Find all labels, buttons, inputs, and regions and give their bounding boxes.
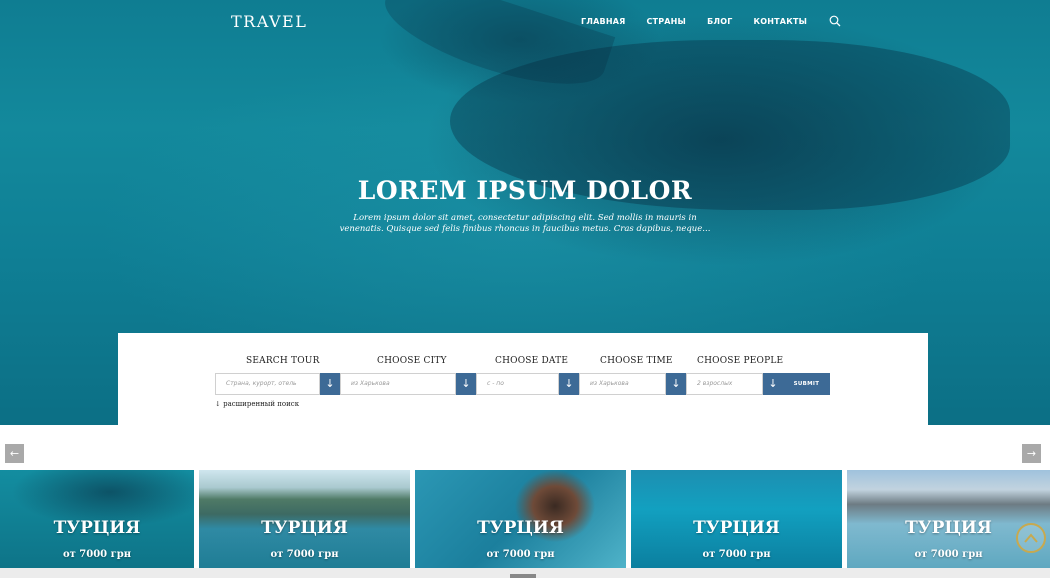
- search-tour-dropdown-button[interactable]: ↓: [320, 373, 340, 395]
- nav-item-countries[interactable]: СТРАНЫ: [646, 17, 686, 26]
- chevron-up-icon: [1024, 533, 1038, 543]
- choose-people-label: CHOOSE PEOPLE: [697, 356, 784, 366]
- hero-title: LOREM IPSUM DOLOR: [357, 176, 693, 205]
- search-tour-input[interactable]: Страна, курорт, отель: [215, 373, 320, 395]
- carousel-next-button[interactable]: →: [1022, 444, 1041, 463]
- tour-search-panel: SEARCH TOUR CHOOSE CITY CHOOSE DATE CHOO…: [118, 333, 928, 425]
- advanced-search-link[interactable]: ↓ расширенный поиск: [215, 400, 299, 408]
- search-tour-label: SEARCH TOUR: [246, 356, 320, 366]
- search-icon[interactable]: [829, 15, 841, 27]
- city-input[interactable]: из Харькова: [340, 373, 456, 395]
- choose-date-label: CHOOSE DATE: [495, 356, 569, 366]
- carousel-prev-button[interactable]: ←: [5, 444, 24, 463]
- card-price: от 7000 грн: [914, 549, 983, 560]
- main-nav: ГЛАВНАЯ СТРАНЫ БЛОГ КОНТАКТЫ: [581, 15, 841, 27]
- time-dropdown-button[interactable]: ↓: [666, 373, 686, 395]
- tour-card[interactable]: ТУРЦИЯ от 7000 грн: [415, 470, 626, 568]
- time-input[interactable]: из Харькова: [579, 373, 666, 395]
- card-title: ТУРЦИЯ: [693, 518, 780, 538]
- scroll-indicator: [510, 574, 536, 578]
- tour-card[interactable]: ТУРЦИЯ от 7000 грн: [847, 470, 1050, 568]
- card-title: ТУРЦИЯ: [477, 518, 564, 538]
- date-input[interactable]: с - по: [476, 373, 559, 395]
- scroll-to-top-button[interactable]: [1016, 523, 1046, 553]
- people-input[interactable]: 2 взрослых: [686, 373, 763, 395]
- tour-card[interactable]: ТУРЦИЯ от 7000 грн: [0, 470, 194, 568]
- nav-item-contacts[interactable]: КОНТАКТЫ: [754, 17, 808, 26]
- card-title: ТУРЦИЯ: [53, 518, 141, 538]
- submit-button[interactable]: SUBMIT: [783, 373, 830, 395]
- tour-card[interactable]: ТУРЦИЯ от 7000 грн: [631, 470, 842, 568]
- city-dropdown-button[interactable]: ↓: [456, 373, 476, 395]
- site-logo[interactable]: TRAVEL: [231, 12, 307, 31]
- people-dropdown-button[interactable]: ↓: [763, 373, 783, 395]
- card-price: от 7000 грн: [270, 549, 339, 560]
- tour-card[interactable]: ТУРЦИЯ от 7000 грн: [199, 470, 410, 568]
- card-title: ТУРЦИЯ: [261, 518, 348, 538]
- choose-city-label: CHOOSE CITY: [377, 356, 447, 366]
- card-price: от 7000 грн: [702, 549, 771, 560]
- hero-subtitle: Lorem ipsum dolor sit amet, consectetur …: [339, 213, 711, 234]
- card-price: от 7000 грн: [62, 549, 132, 560]
- card-price: от 7000 грн: [486, 549, 555, 560]
- choose-time-label: CHOOSE TIME: [600, 356, 673, 366]
- nav-item-blog[interactable]: БЛОГ: [707, 17, 732, 26]
- date-dropdown-button[interactable]: ↓: [559, 373, 579, 395]
- nav-item-home[interactable]: ГЛАВНАЯ: [581, 17, 625, 26]
